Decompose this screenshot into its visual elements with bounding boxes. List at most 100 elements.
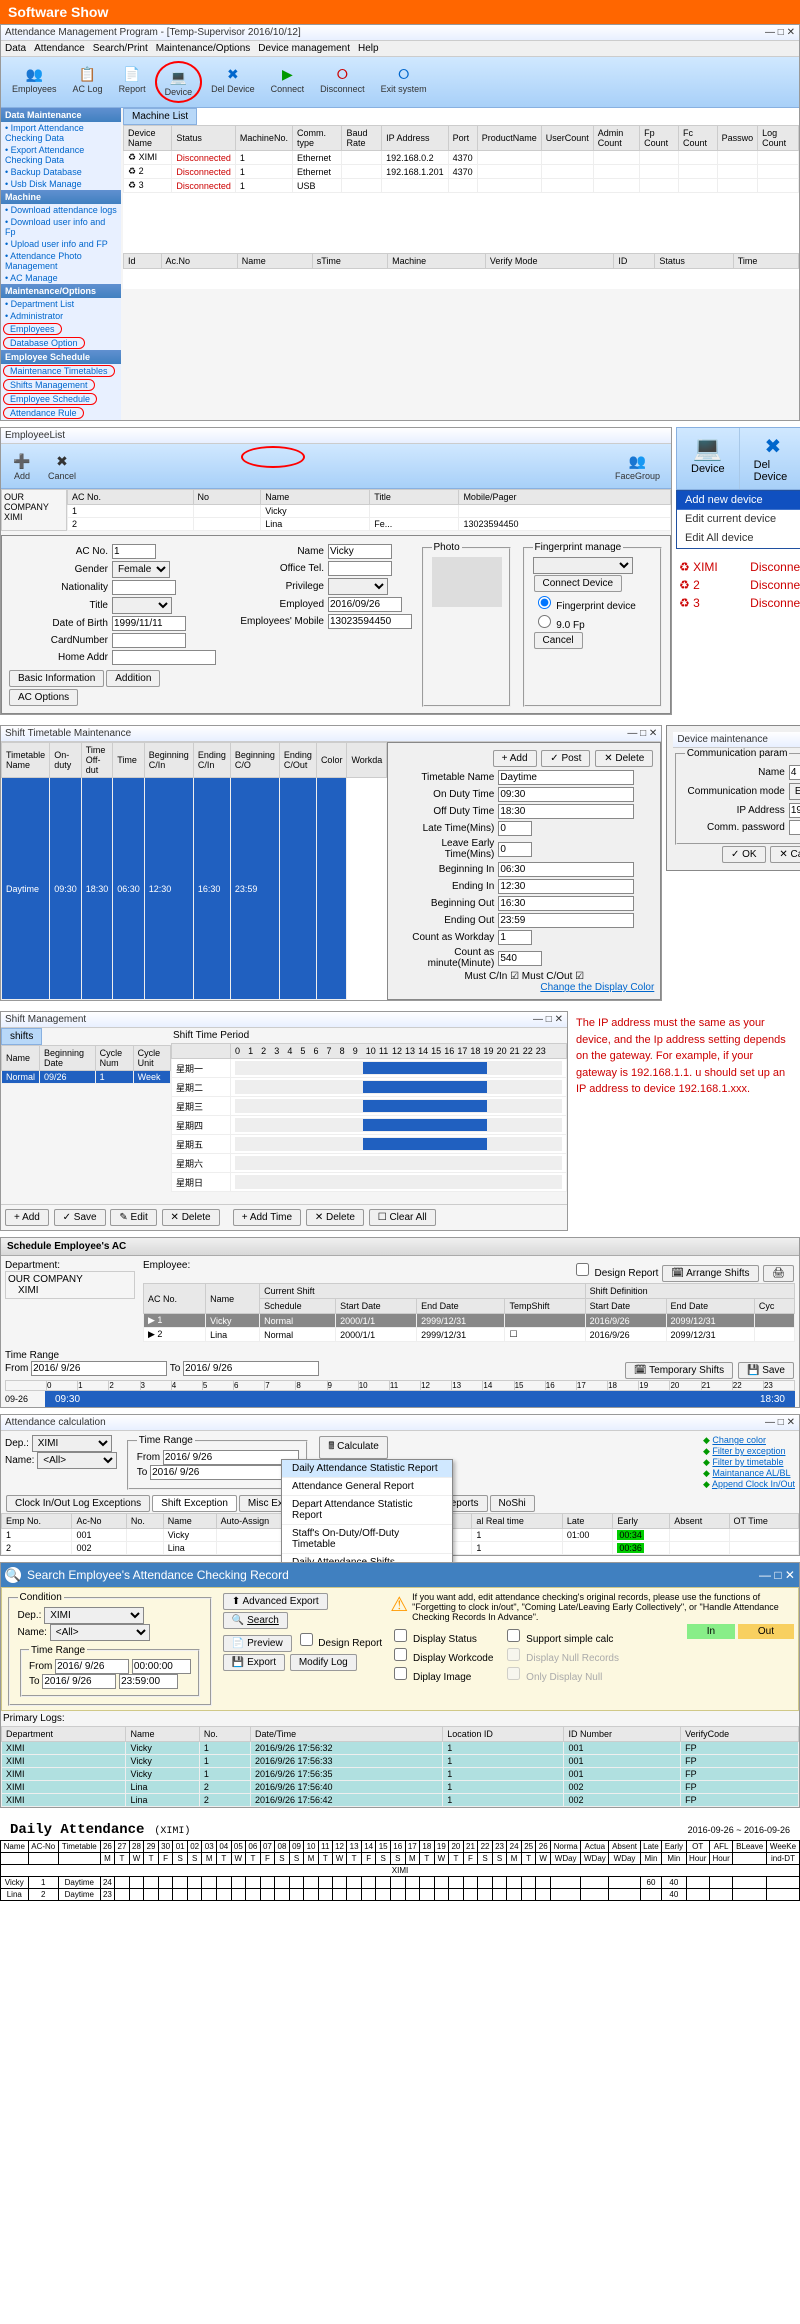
cardno-input[interactable] — [112, 633, 186, 648]
toolbar-deldevice[interactable]: ✖Del Device — [204, 61, 262, 103]
shift-save-button[interactable]: ✓ Save — [54, 1209, 106, 1226]
sched-from-input[interactable] — [31, 1361, 167, 1376]
search-button[interactable]: 🔍 Search — [223, 1612, 288, 1629]
acno-input[interactable] — [112, 544, 156, 559]
menubar[interactable]: Data Attendance Search/Print Maintenance/Op… — [1, 41, 799, 57]
side-item[interactable]: • Department List — [1, 298, 121, 310]
side-item[interactable]: • Export Attendance Checking Data — [1, 144, 121, 166]
table-row[interactable]: ♻ XIMIDisconnected1Ethernet192.168.0.243… — [124, 151, 799, 165]
office-input[interactable] — [328, 561, 392, 576]
side-item[interactable]: • Upload user info and FP — [1, 238, 121, 250]
table-row[interactable]: XIMIVicky12016/9/26 17:56:321001FP — [2, 1741, 799, 1754]
table-row[interactable]: ▶ 1VickyNormal2000/1/12999/12/312016/9/2… — [144, 1314, 795, 1328]
modify-button[interactable]: Modify Log — [290, 1654, 357, 1671]
emp-tabs[interactable]: Basic InformationAdditionAC Options — [8, 669, 216, 707]
menu-help[interactable]: Help — [358, 43, 379, 54]
side-item[interactable]: • Backup Database — [1, 166, 121, 178]
side-link[interactable]: ◆ Change color — [703, 1435, 795, 1446]
side-item[interactable]: Database Option — [3, 337, 85, 349]
devmaint-cancel-button[interactable]: ✕ Cancel — [770, 846, 800, 863]
report-menu-item[interactable]: Staff's On-Duty/Off-Duty Timetable — [282, 1525, 452, 1554]
shift-edit-button[interactable]: ✎ Edit — [110, 1209, 156, 1226]
shift-deltime-button[interactable]: ✕ Delete — [306, 1209, 364, 1226]
calc-name-select[interactable]: <All> — [37, 1452, 117, 1469]
side-item[interactable]: • Administrator — [1, 310, 121, 322]
side-item[interactable]: • Download attendance logs — [1, 204, 121, 216]
side-item[interactable]: Employee Schedule — [3, 393, 97, 405]
table-row[interactable]: XIMILina22016/9/26 17:56:421002FP — [2, 1793, 799, 1806]
tt-post-button[interactable]: ✓ Post — [541, 750, 590, 767]
side-item[interactable]: • Import Attendance Checking Data — [1, 122, 121, 144]
devmaint-ok-button[interactable]: ✓ OK — [722, 846, 766, 863]
toolbar-device[interactable]: 💻Device — [155, 61, 203, 103]
cancel-button[interactable]: Cancel — [534, 632, 583, 649]
side-link[interactable]: ◆ Append Clock In/Out — [703, 1479, 795, 1490]
menu-maintenance/options[interactable]: Maintenance/Options — [156, 43, 251, 54]
side-item[interactable]: Maintenance Timetables — [3, 365, 115, 377]
table-row[interactable]: XIMILina22016/9/26 17:56:401002FP — [2, 1780, 799, 1793]
company-tree[interactable]: OUR COMPANY XIMI — [1, 489, 67, 531]
connect-device-button[interactable]: Connect Device — [534, 575, 623, 592]
machine-list-tab[interactable]: Machine List — [123, 108, 197, 125]
menu-device management[interactable]: Device management — [258, 43, 350, 54]
table-row[interactable]: ♻ 3Disconnected1USB — [124, 179, 799, 193]
menu-attendance[interactable]: Attendance — [34, 43, 85, 54]
toolbar-disconnect[interactable]: ⭘Disconnect — [313, 61, 372, 103]
search-name-select[interactable]: <All> — [50, 1624, 150, 1641]
emp-facegroup-button[interactable]: 👥FaceGroup — [608, 448, 667, 484]
side-item[interactable]: • Attendance Photo Management — [1, 250, 121, 272]
shift-clear-button[interactable]: ☐ Clear All — [369, 1209, 436, 1226]
table-row[interactable]: ▶ 2LinaNormal2000/1/12999/12/31☐2016/9/2… — [144, 1328, 795, 1342]
side-link[interactable]: ◆ Filter by exception — [703, 1446, 795, 1457]
device-context-menu[interactable]: Add new device Edit current device Edit … — [676, 490, 800, 549]
title-select[interactable] — [112, 597, 172, 614]
side-link[interactable]: ◆ Filter by timetable — [703, 1457, 795, 1468]
report-menu-item[interactable]: Attendance General Report — [282, 1478, 452, 1496]
table-row[interactable]: XIMIVicky12016/9/26 17:56:331001FP — [2, 1754, 799, 1767]
table-row[interactable]: XIMIVicky12016/9/26 17:56:351001FP — [2, 1767, 799, 1780]
preview-button[interactable]: 📄 Preview — [223, 1635, 292, 1652]
calculate-button[interactable]: 🖩 Calculate — [319, 1436, 387, 1459]
menu-edit-all[interactable]: Edit All device — [677, 529, 800, 548]
temp-shifts-button[interactable]: 🗓 Temporary Shifts — [625, 1362, 733, 1379]
adv-export-button[interactable]: ⬆ Advanced Export — [223, 1593, 328, 1610]
report-menu-item[interactable]: Depart Attendance Statistic Report — [282, 1496, 452, 1525]
calc-tab[interactable]: Clock In/Out Log Exceptions — [6, 1495, 150, 1512]
side-link[interactable]: ◆ Maintanance AL/BL — [703, 1468, 795, 1479]
zoom-device-button[interactable]: 💻Device — [677, 428, 740, 489]
export-button[interactable]: 💾 Export — [223, 1654, 285, 1671]
change-color-link[interactable]: Change the Display Color — [540, 982, 654, 993]
emp-add-button[interactable]: ➕Add — [5, 448, 39, 484]
menu-data[interactable]: Data — [5, 43, 26, 54]
side-item[interactable]: • Usb Disk Manage — [1, 178, 121, 190]
zoom-deldevice-button[interactable]: ✖Del Device — [740, 428, 800, 489]
emp-toolbar[interactable]: ➕Add ✖Cancel 👥FaceGroup — [1, 444, 671, 489]
shift-delete-button[interactable]: ✕ Delete — [162, 1209, 220, 1226]
sched-save-button[interactable]: 💾 Save — [738, 1362, 794, 1379]
arrange-shifts-button[interactable]: 🗓 Arrange Shifts — [662, 1265, 758, 1282]
toolbar-connect[interactable]: ▶Connect — [264, 61, 312, 103]
window-controls[interactable]: — □ ✕ — [765, 27, 795, 38]
nationality-input[interactable] — [112, 580, 176, 595]
side-item[interactable]: Attendance Rule — [3, 407, 84, 419]
name-input[interactable] — [328, 544, 392, 559]
report-menu-item[interactable]: Daily Attendance Statistic Report — [282, 1460, 452, 1478]
emp-cancel-button[interactable]: ✖Cancel — [41, 448, 83, 484]
gender-select[interactable]: Female — [112, 561, 170, 578]
shift-addtime-button[interactable]: + Add Time — [233, 1209, 301, 1226]
birthday-input[interactable] — [112, 616, 186, 631]
tt-delete-button[interactable]: ✕ Delete — [595, 750, 653, 767]
menu-add-device[interactable]: Add new device — [677, 491, 800, 510]
home-input[interactable] — [112, 650, 216, 665]
table-row[interactable]: ♻ 2Disconnected1Ethernet192.168.1.201437… — [124, 165, 799, 179]
calc-side-links[interactable]: ◆ Change color◆ Filter by exception◆ Fil… — [703, 1435, 795, 1490]
menu-edit-current[interactable]: Edit current device — [677, 510, 800, 529]
print-icon[interactable]: 🖨 — [763, 1265, 794, 1282]
calc-dep-select[interactable]: XIMI — [32, 1435, 112, 1452]
side-item[interactable]: Employees — [3, 323, 62, 335]
sched-to-input[interactable] — [183, 1361, 319, 1376]
side-item[interactable]: • AC Manage — [1, 272, 121, 284]
menu-search/print[interactable]: Search/Print — [93, 43, 148, 54]
employed-input[interactable] — [328, 597, 402, 612]
dept-tree[interactable]: OUR COMPANY XIMI — [5, 1271, 135, 1299]
